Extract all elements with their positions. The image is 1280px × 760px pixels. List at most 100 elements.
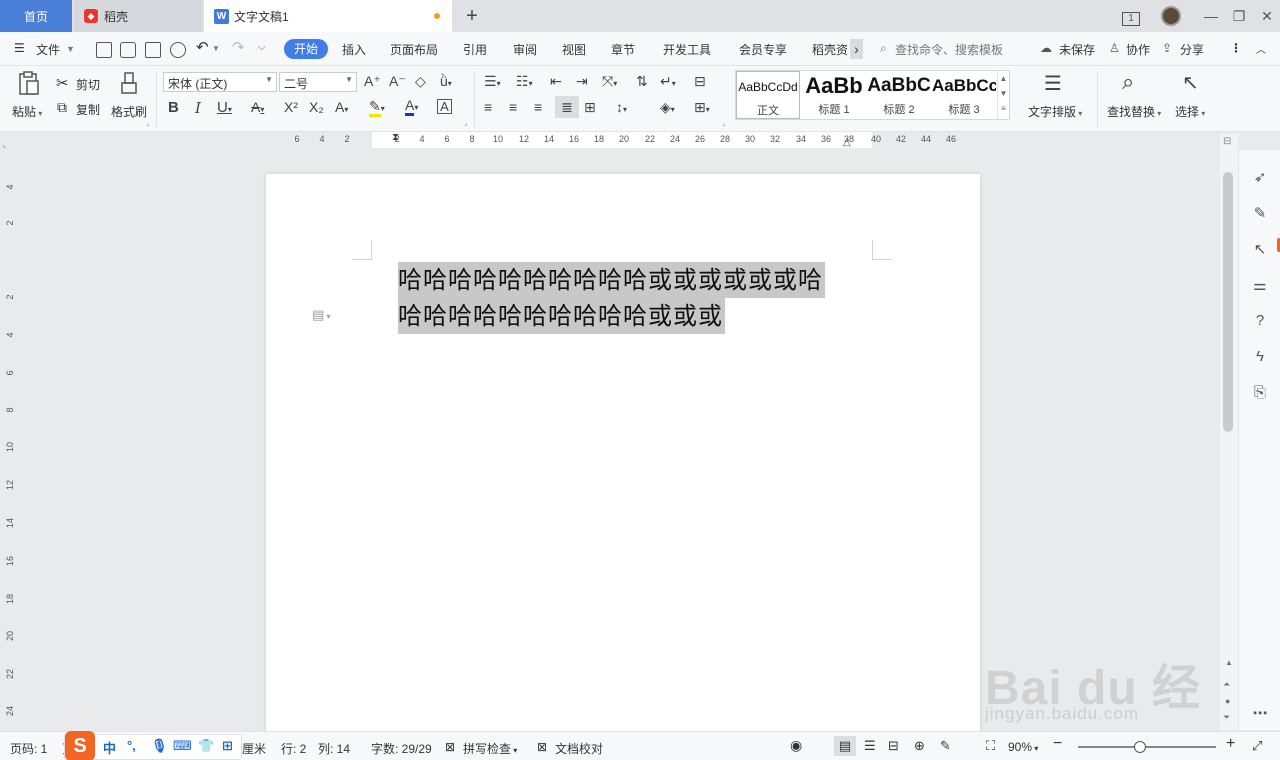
add-tab-button[interactable]: + — [462, 4, 482, 28]
page-count-badge[interactable]: 1 — [1118, 6, 1144, 26]
bullet-list-icon[interactable]: ☰▾ — [484, 73, 501, 90]
paragraph-dialog-launcher[interactable]: ⌟ — [722, 118, 726, 127]
phonetic-guide-icon[interactable]: ǜ▾ — [440, 73, 452, 89]
collaborate-button[interactable]: 协作 — [1126, 41, 1150, 58]
paste-icon[interactable] — [16, 70, 42, 98]
decrease-indent-icon[interactable]: ⇤ — [550, 73, 562, 90]
increase-indent-icon[interactable]: ⇥ — [576, 73, 588, 90]
tab-home[interactable]: 首页 — [0, 0, 72, 32]
hamburger-icon[interactable]: ☰ — [14, 41, 25, 55]
share-button[interactable]: 分享 — [1180, 41, 1204, 58]
page-number[interactable]: 页码: 1 — [10, 740, 47, 757]
shading-icon[interactable]: ◈▾ — [660, 99, 675, 116]
indent-marker-icon[interactable]: ⧗ — [392, 132, 399, 143]
scrollbar-thumb[interactable] — [1223, 172, 1233, 432]
style-normal[interactable]: AaBbCcDd 正文 — [736, 71, 800, 119]
customize-quick-access-icon[interactable]: ⌵ — [258, 42, 266, 53]
command-search-input[interactable]: 查找命令、搜索模板 — [895, 41, 1003, 58]
undo-dropdown-icon[interactable]: ▼ — [212, 44, 220, 53]
subscript-icon[interactable]: X₂ — [309, 99, 324, 115]
align-right-icon[interactable]: ≡ — [534, 99, 542, 115]
close-button[interactable]: ✕ — [1254, 6, 1280, 26]
minimize-button[interactable]: — — [1198, 6, 1224, 26]
menu-daoke-resources[interactable]: 稻壳资 — [812, 41, 848, 58]
paste-button[interactable]: 粘贴 ▾ — [12, 103, 42, 120]
menu-page-layout[interactable]: 页面布局 — [390, 41, 438, 58]
select-browse-icon[interactable]: ● — [1225, 696, 1230, 706]
style-heading-1[interactable]: AaBb 标题 1 — [802, 71, 866, 119]
scroll-top-icon[interactable]: ⊟ — [1223, 136, 1231, 147]
print-icon[interactable] — [145, 42, 161, 58]
vertical-scrollbar[interactable]: ⊟ ▲ ⏶ ● ⏷ — [1220, 134, 1238, 730]
paragraph-handle-icon[interactable]: ▤ ▾ — [312, 307, 331, 323]
line-spacing-icon[interactable]: ↕▾ — [616, 99, 627, 115]
underline-icon[interactable]: U▾ — [217, 99, 232, 116]
word-count[interactable]: 字数: 29/29 — [371, 740, 432, 757]
bold-icon[interactable]: B — [168, 99, 179, 116]
italic-icon[interactable]: I — [195, 99, 201, 117]
format-painter-icon[interactable] — [118, 71, 140, 97]
lightning-icon[interactable]: ϟ — [1251, 348, 1269, 365]
backup-icon[interactable]: ⎘ — [1251, 384, 1269, 401]
tab-stops-icon[interactable]: ⊟ — [694, 73, 706, 90]
menu-file[interactable]: 文件 — [36, 41, 60, 58]
skin-icon[interactable]: 👕 — [198, 738, 214, 754]
sort-icon[interactable]: ⇅ — [636, 73, 648, 90]
shrink-font-icon[interactable]: A⁻ — [389, 73, 406, 90]
zoom-slider-knob[interactable] — [1134, 741, 1147, 753]
write-view-icon[interactable]: ✎ — [940, 738, 951, 754]
save-icon[interactable] — [96, 42, 112, 58]
web-view-icon[interactable]: ⊕ — [914, 738, 925, 754]
find-replace-button[interactable]: 查找替换 ▾ — [1107, 103, 1161, 120]
outline-view-icon[interactable]: ☰ — [864, 738, 876, 754]
reading-view-icon[interactable]: ⊟ — [888, 738, 899, 754]
zoom-in-button[interactable]: + — [1226, 735, 1235, 753]
avatar[interactable] — [1158, 6, 1184, 26]
doc-proof-button[interactable]: 文档校对 — [555, 740, 603, 757]
sogou-logo-icon[interactable]: S — [65, 731, 95, 760]
clear-format-icon[interactable]: ◇ — [415, 73, 426, 90]
menu-developer[interactable]: 开发工具 — [663, 41, 711, 58]
spell-check-button[interactable]: 拼写检查 ▾ — [463, 740, 517, 757]
text-layout-button[interactable]: 文字排版 ▾ — [1028, 103, 1082, 120]
fullscreen-icon[interactable]: ⤢ — [1252, 738, 1262, 754]
show-marks-icon[interactable]: ↵▾ — [660, 73, 676, 90]
cut-button[interactable]: 剪切 — [76, 76, 100, 93]
strikethrough-icon[interactable]: A▾ — [251, 99, 264, 115]
styles-scroll[interactable]: ▲ ▼ ≡ — [997, 71, 1009, 119]
align-center-icon[interactable]: ≡ — [509, 99, 517, 115]
font-size-combo[interactable]: 二号 ▼ — [279, 72, 357, 92]
settings-sliders-icon[interactable]: ⚌ — [1251, 276, 1269, 294]
tab-daoke[interactable]: ◆ 稻壳 — [74, 0, 202, 32]
distributed-align-icon[interactable]: ⊞ — [584, 99, 596, 116]
justify-icon[interactable]: ≣ — [555, 96, 579, 118]
more-options-icon[interactable]: ⋮ — [1230, 41, 1242, 55]
collapse-ribbon-icon[interactable]: ︿ — [1256, 41, 1266, 56]
chinese-layout-icon[interactable]: ⤧▾ — [602, 73, 617, 90]
clipboard-dialog-launcher[interactable]: ⌟ — [146, 118, 150, 127]
more-icon[interactable]: ⋯ — [1251, 704, 1269, 722]
menu-start[interactable]: 开始 — [284, 39, 328, 59]
font-dialog-launcher[interactable]: ⌟ — [464, 118, 468, 127]
text-effect-icon[interactable]: A▾ — [335, 99, 348, 115]
zoom-out-button[interactable]: − — [1053, 735, 1062, 753]
tab-document[interactable]: W 文字文稿1 — [204, 0, 452, 32]
borders-icon[interactable]: ⊞▾ — [694, 99, 710, 116]
unsaved-button[interactable]: 未保存 — [1059, 41, 1095, 58]
eye-protection-icon[interactable]: ◉ — [790, 737, 802, 754]
menu-more-button[interactable]: › — [850, 39, 863, 59]
font-color-icon[interactable]: A▾ — [405, 97, 418, 116]
pen-icon[interactable]: ✎ — [1251, 204, 1269, 222]
microphone-icon[interactable]: 🎙 — [151, 738, 168, 754]
text-line-2[interactable]: 哈哈哈哈哈哈哈哈哈哈或或或 — [398, 298, 725, 334]
highlight-icon[interactable]: ✎▾ — [369, 98, 385, 117]
document-page[interactable] — [266, 174, 980, 734]
copy-button[interactable]: 复制 — [76, 101, 100, 118]
restore-button[interactable]: ❐ — [1226, 6, 1252, 26]
numbered-list-icon[interactable]: ☷▾ — [516, 73, 533, 90]
menu-view[interactable]: 视图 — [562, 41, 586, 58]
style-heading-3[interactable]: AaBbCc 标题 3 — [932, 71, 996, 119]
vertical-ruler[interactable]: 4 2 2 4 6 8 10 12 14 16 18 20 22 24 — [0, 150, 18, 730]
scroll-up-icon[interactable]: ▲ — [1225, 658, 1233, 667]
select-button[interactable]: 选择 ▾ — [1175, 103, 1205, 120]
